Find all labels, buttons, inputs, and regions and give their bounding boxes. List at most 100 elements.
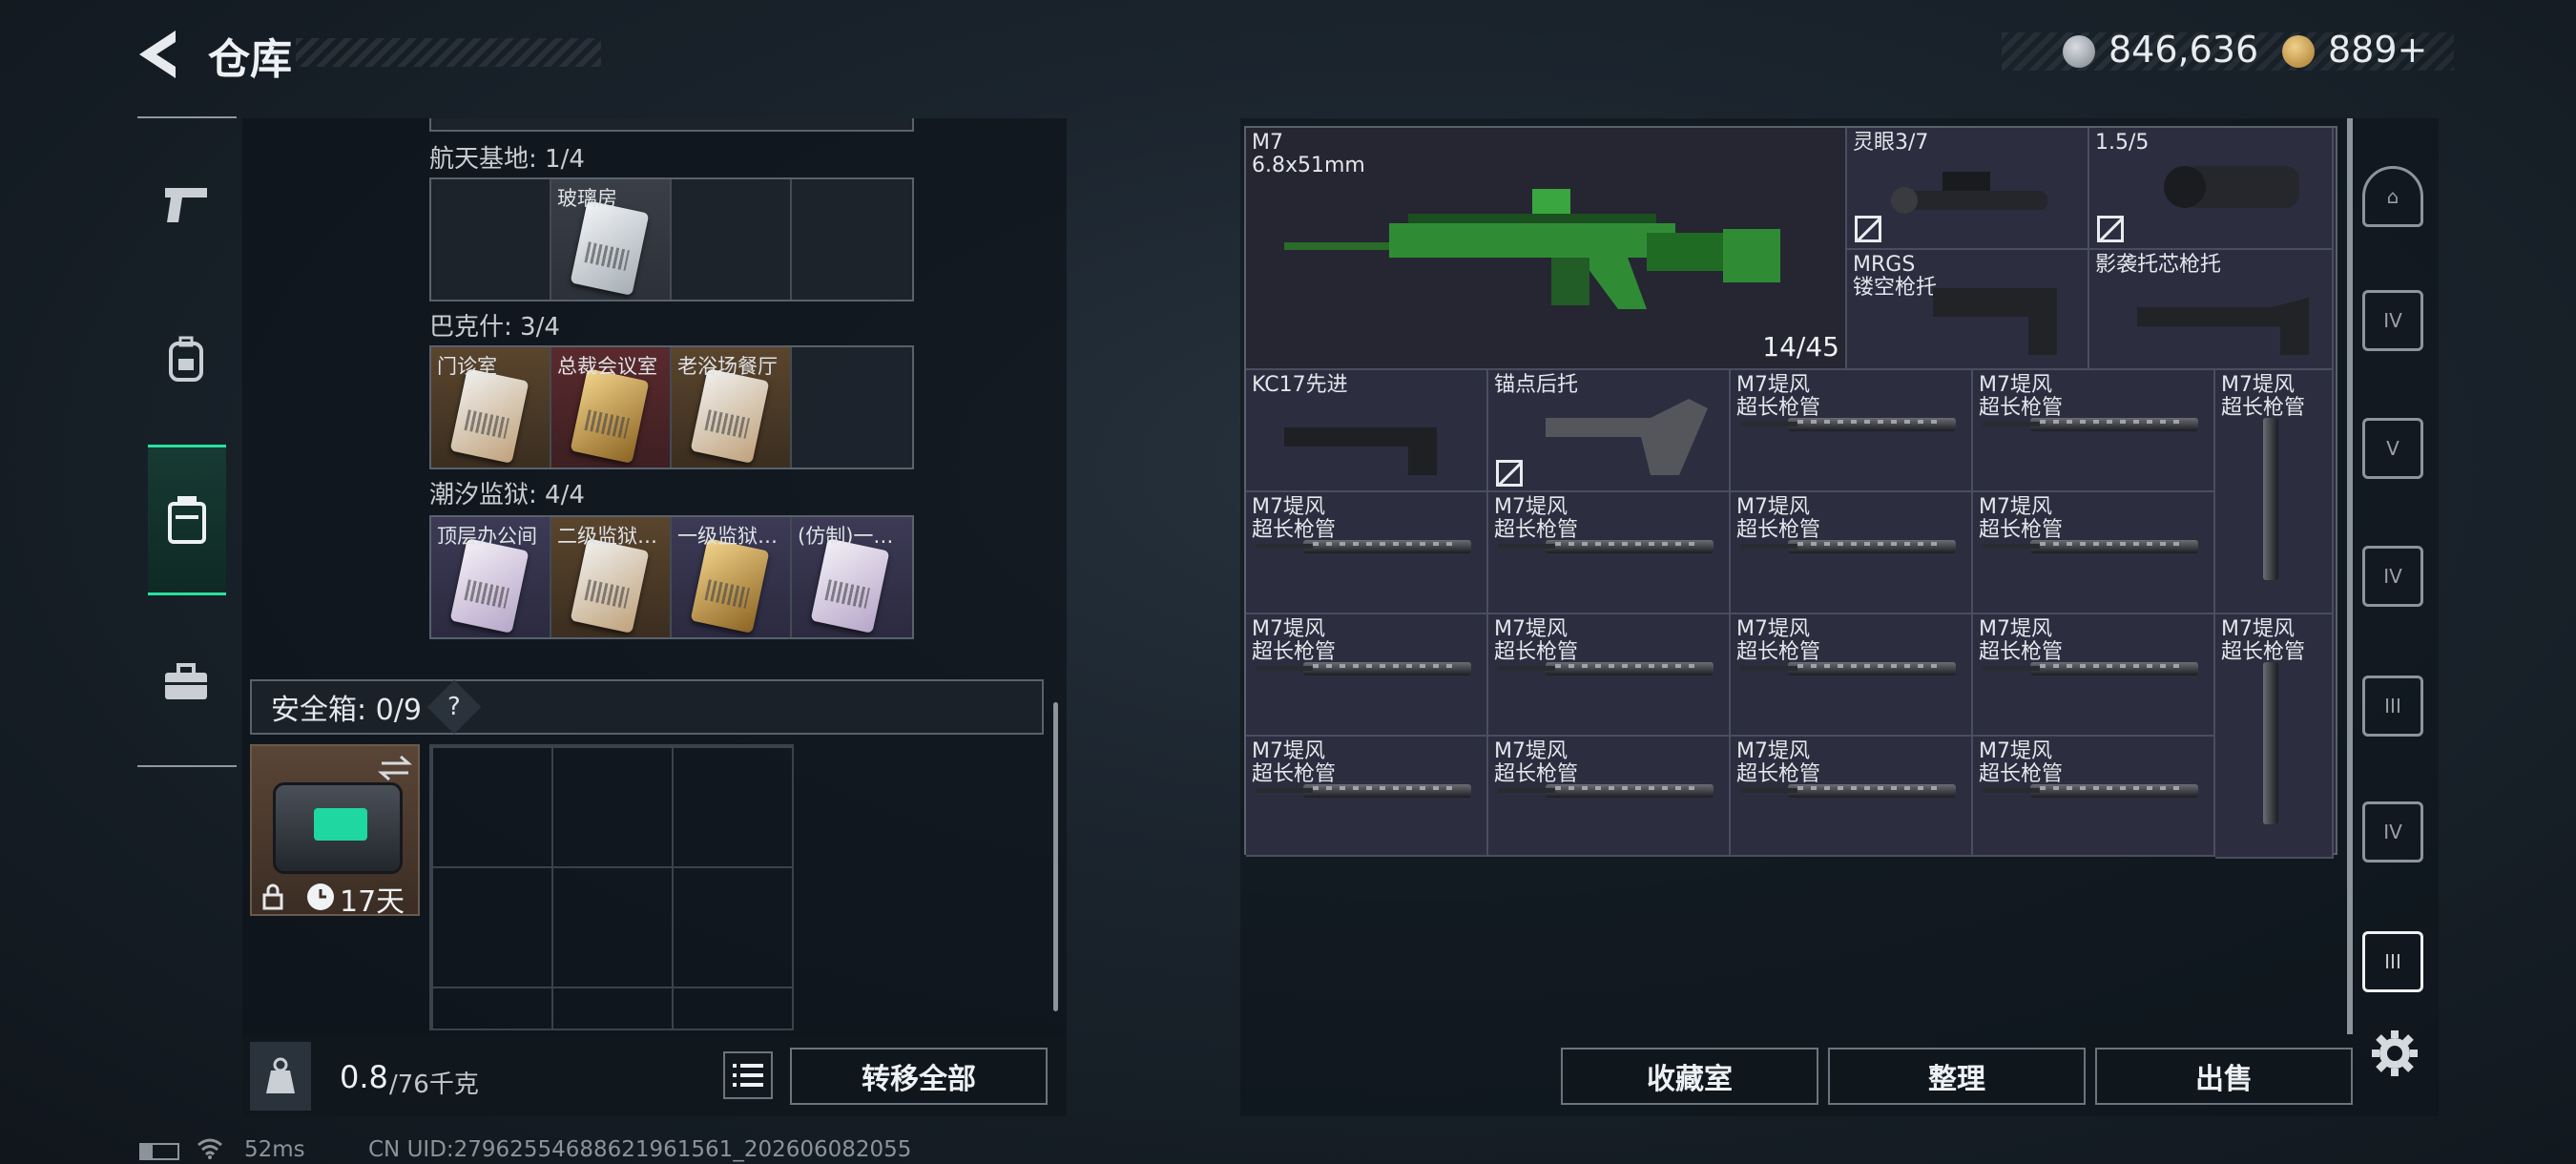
keycard-slot-empty[interactable] [792,347,912,468]
stock-slot[interactable]: 锚点后托 [1488,370,1731,492]
category-iii-weapon-icon[interactable]: III [2362,931,2423,992]
help-icon[interactable]: ? [426,679,482,735]
barrel-slot[interactable]: M7堤风 超长枪管 [1246,492,1488,614]
barrel-slot[interactable]: M7堤风 超长枪管 [1731,737,1973,857]
back-arrow-icon[interactable] [134,27,179,82]
keycard-slot[interactable]: 老浴场餐厅 [672,347,792,468]
weight-current: 0.8 [340,1059,388,1095]
stock-slot[interactable]: KC17先进 [1246,370,1488,492]
category-v-icon[interactable]: V [2362,418,2423,479]
keycard-name: 老浴场餐厅 [677,355,778,378]
barrel-name-line1: M7堤风 [1736,495,1810,519]
stock-icon [1933,288,2057,355]
keycard-name: 玻璃房 [557,187,617,210]
stock-icon [2137,298,2309,355]
nav-item-storage[interactable] [148,445,226,595]
barrel-slot[interactable]: M7堤风 超长枪管 [1246,737,1488,857]
barrel-slot[interactable]: M7堤风 超长枪管 [2215,614,2334,859]
barrel-name-line2: 超长枪管 [1252,640,1337,664]
weapon-grid: M7 6.8x51mm 14/45 灵眼3/7 1.5/5 MRGS 镂空枪托 [1244,126,2337,859]
group-label-bakhsh: 巴克什: 3/4 [429,313,560,342]
keycard-slot-empty[interactable] [672,179,792,300]
safe-box-timer: 17天 [340,885,405,919]
silver-currency-value: 846,636 [2109,29,2259,71]
sell-button[interactable]: 出售 [2095,1048,2353,1105]
keycard-slot[interactable]: 一级监狱… [672,517,792,637]
left-scrollbar[interactable] [1053,702,1058,1011]
stock-slot[interactable]: 影袭托芯枪托 [2089,250,2334,370]
sort-button[interactable]: 整理 [1828,1048,2086,1105]
keycard-slot-empty[interactable] [431,179,551,300]
list-view-button[interactable] [723,1051,773,1099]
barrel-name-line1: M7堤风 [1252,739,1325,763]
barrel-icon [1498,540,1714,553]
nav-item-backpack[interactable] [147,288,225,431]
keycard-slot-empty[interactable] [792,179,912,300]
barrel-name-line1: M7堤风 [1979,495,2052,519]
barrel-slot[interactable]: M7堤风 超长枪管 [1731,492,1973,614]
keycard-grid-bakhsh: 门诊室 总裁会议室 老浴场餐厅 [429,345,914,469]
barrel-name-line1: M7堤风 [1979,373,2052,397]
nav-item-weapons[interactable] [147,134,225,277]
category-iii-icon[interactable]: III [2362,676,2423,737]
category-iv-icon[interactable]: IV [2362,290,2423,351]
collection-room-button[interactable]: 收藏室 [1561,1048,1818,1105]
keycard-slot[interactable]: 门诊室 [431,347,551,468]
barrel-slot[interactable]: M7堤风 超长枪管 [1973,492,2215,614]
keycard-slot[interactable]: 总裁会议室 [551,347,672,468]
barrel-slot[interactable]: M7堤风 超长枪管 [1488,737,1731,857]
page-title: 仓库 [208,35,292,84]
user-uid: CN UID:27962554688621961561_202606082055 [368,1137,912,1162]
keycard-slot[interactable]: 玻璃房 [551,179,672,300]
barrel-name-line2: 超长枪管 [1494,640,1579,664]
barrel-slot[interactable]: M7堤风 超长枪管 [1488,614,1731,737]
no-mod-icon [2097,216,2124,242]
barrel-icon [2263,418,2278,580]
barrel-name-line1: M7堤风 [1736,739,1810,763]
barrel-slot[interactable]: M7堤风 超长枪管 [1246,614,1488,737]
category-iv-icon[interactable]: IV [2362,801,2423,863]
right-scrollbar[interactable] [2347,118,2353,1034]
swap-icon[interactable] [378,754,412,782]
wifi-icon [197,1138,222,1159]
barrel-slot[interactable]: M7堤风 超长枪管 [1973,614,2215,737]
stock-name-line1: MRGS [1853,253,1916,277]
barrel-slot[interactable]: M7堤风 超长枪管 [1731,614,1973,737]
barrel-icon [2263,662,2278,824]
barrel-slot[interactable]: M7堤风 超长枪管 [1973,370,2215,492]
rifle-name: M7 [1252,131,1283,155]
keycard-icon [570,538,650,634]
safe-box-grid[interactable] [429,744,794,1030]
scope-slot[interactable]: 1.5/5 [2089,128,2334,250]
barrel-slot[interactable]: M7堤风 超长枪管 [2215,370,2334,614]
stock-slot[interactable]: MRGS 镂空枪托 [1847,250,2089,370]
barrel-slot[interactable]: M7堤风 超长枪管 [1731,370,1973,492]
rifle-ammo: 14/45 [1762,331,1839,363]
barrel-name-line2: 超长枪管 [1494,518,1579,542]
barrel-name-line1: M7堤风 [2221,373,2295,397]
keycard-icon [449,538,530,634]
keycard-slot[interactable]: 顶层办公间 [431,517,551,637]
helmet-category-icon[interactable]: ⌂ [2362,166,2423,227]
barrel-slot[interactable]: M7堤风 超长枪管 [1973,737,2215,857]
transfer-all-button[interactable]: 转移全部 [790,1048,1048,1105]
nav-divider-bottom [137,765,237,767]
stock-name: 影袭托芯枪托 [2095,253,2222,277]
gear-icon[interactable] [2370,1029,2420,1078]
rifle-slot[interactable]: M7 6.8x51mm 14/45 [1246,128,1847,370]
barrel-name-line1: M7堤风 [1979,739,2052,763]
keycard-slot[interactable]: 二级监狱… [551,517,672,637]
gold-currency-value[interactable]: 889+ [2328,29,2427,71]
safe-box-item[interactable]: 17天 [250,744,420,919]
scope-slot[interactable]: 灵眼3/7 [1847,128,2089,250]
keycard-icon [690,368,770,464]
barrel-icon [1256,540,1471,553]
keycard-icon [449,368,530,464]
keycard-slot[interactable]: (仿制)一… [792,517,912,637]
barrel-name-line1: M7堤风 [1736,617,1810,641]
barrel-slot[interactable]: M7堤风 超长枪管 [1488,492,1731,614]
barrel-icon [1983,540,2198,553]
category-iv-icon[interactable]: IV [2362,546,2423,607]
barrel-name-line2: 超长枪管 [1979,762,2064,786]
nav-item-toolbox[interactable] [147,611,225,754]
